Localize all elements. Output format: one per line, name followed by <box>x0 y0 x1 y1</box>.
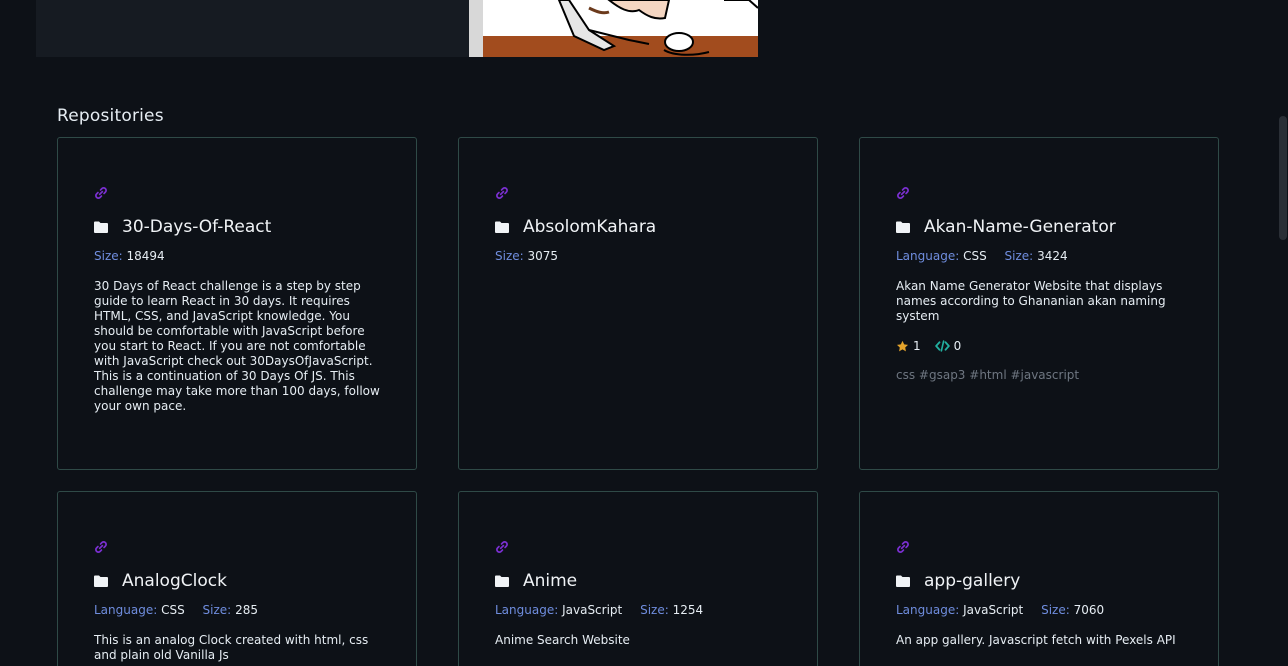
repo-card[interactable]: Anime Language: JavaScript Size: 1254 An… <box>458 491 818 666</box>
scrollbar-track[interactable] <box>1278 0 1288 666</box>
link-icon[interactable] <box>495 540 509 554</box>
size-label: Size: <box>1004 249 1034 263</box>
size-label: Size: <box>640 603 669 617</box>
size-value: 1254 <box>672 603 704 617</box>
profile-banner-panel <box>36 0 469 57</box>
repo-card[interactable]: 30-Days-Of-React Size: 18494 30 Days of … <box>57 137 417 470</box>
repo-meta: Language: JavaScript Size: 1254 <box>495 603 781 619</box>
link-icon[interactable] <box>896 540 910 554</box>
repo-name[interactable]: AnalogClock <box>122 571 227 591</box>
repo-description: An app gallery. Javascript fetch with Pe… <box>896 633 1176 647</box>
repositories-grid: 30-Days-Of-React Size: 18494 30 Days of … <box>57 137 1219 666</box>
repo-meta: Language: CSS Size: 3424 <box>896 249 1182 265</box>
link-icon[interactable] <box>94 186 108 200</box>
repo-description: Anime Search Website <box>495 633 630 647</box>
repo-title-row: AnalogClock <box>94 571 380 591</box>
language-label: Language: <box>896 249 960 263</box>
section-title: Repositories <box>57 106 164 126</box>
folder-icon <box>896 575 910 587</box>
language-value: CSS <box>161 603 185 617</box>
repo-title-row: AbsolomKahara <box>495 217 781 237</box>
size-label: Size: <box>1041 603 1070 617</box>
repo-title-row: Anime <box>495 571 781 591</box>
repo-name[interactable]: Anime <box>523 571 577 591</box>
language-value: CSS <box>963 249 987 263</box>
link-icon[interactable] <box>896 186 910 200</box>
size-value: 3424 <box>1037 249 1068 263</box>
language-value: JavaScript <box>562 603 623 617</box>
repo-stats: 1 0 <box>896 338 1182 354</box>
repo-title-row: 30-Days-Of-React <box>94 217 380 237</box>
language-label: Language: <box>896 603 960 617</box>
repo-card[interactable]: AbsolomKahara Size: 3075 <box>458 137 818 470</box>
repo-description: 30 Days of React challenge is a step by … <box>94 279 380 413</box>
repo-description: Akan Name Generator Website that display… <box>896 279 1166 323</box>
size-label: Size: <box>94 249 123 263</box>
repo-name[interactable]: Akan-Name-Generator <box>924 217 1116 237</box>
star-icon <box>896 340 909 351</box>
size-value: 18494 <box>126 249 165 263</box>
repo-name[interactable]: app-gallery <box>924 571 1020 591</box>
repo-card[interactable]: Akan-Name-Generator Language: CSS Size: … <box>859 137 1219 470</box>
folder-icon <box>94 221 108 233</box>
folder-icon <box>896 221 910 233</box>
size-value: 7060 <box>1073 603 1105 617</box>
repo-card[interactable]: AnalogClock Language: CSS Size: 285 This… <box>57 491 417 666</box>
repo-meta: Size: 3075 <box>495 249 781 265</box>
cartoon-illustration-icon <box>469 0 758 57</box>
repo-title-row: Akan-Name-Generator <box>896 217 1182 237</box>
code-icon <box>934 340 950 352</box>
stars-stat: 1 <box>896 339 921 353</box>
repo-name[interactable]: 30-Days-Of-React <box>122 217 271 237</box>
repo-meta: Language: CSS Size: 285 <box>94 603 380 619</box>
scrollbar-thumb[interactable] <box>1279 116 1287 240</box>
repo-meta: Language: JavaScript Size: 7060 <box>896 603 1182 619</box>
repo-topics: css #gsap3 #html #javascript <box>896 368 1080 382</box>
folder-icon <box>495 575 509 587</box>
language-label: Language: <box>495 603 559 617</box>
repo-meta: Size: 18494 <box>94 249 380 265</box>
size-label: Size: <box>495 249 524 263</box>
repo-card[interactable]: app-gallery Language: JavaScript Size: 7… <box>859 491 1219 666</box>
stars-count: 1 <box>913 339 921 353</box>
repo-description: This is an analog Clock created with htm… <box>94 633 369 662</box>
size-value: 285 <box>235 603 258 617</box>
language-label: Language: <box>94 603 158 617</box>
profile-banner-image <box>469 0 758 57</box>
size-value: 3075 <box>527 249 559 263</box>
repo-title-row: app-gallery <box>896 571 1182 591</box>
repo-name[interactable]: AbsolomKahara <box>523 217 656 237</box>
link-icon[interactable] <box>495 186 509 200</box>
forks-stat: 0 <box>934 339 962 353</box>
folder-icon <box>94 575 108 587</box>
folder-icon <box>495 221 509 233</box>
language-value: JavaScript <box>963 603 1024 617</box>
page: Repositories 30-Days-Of-React Size: 1849… <box>0 0 1288 666</box>
link-icon[interactable] <box>94 540 108 554</box>
size-label: Size: <box>202 603 232 617</box>
forks-count: 0 <box>953 339 962 353</box>
